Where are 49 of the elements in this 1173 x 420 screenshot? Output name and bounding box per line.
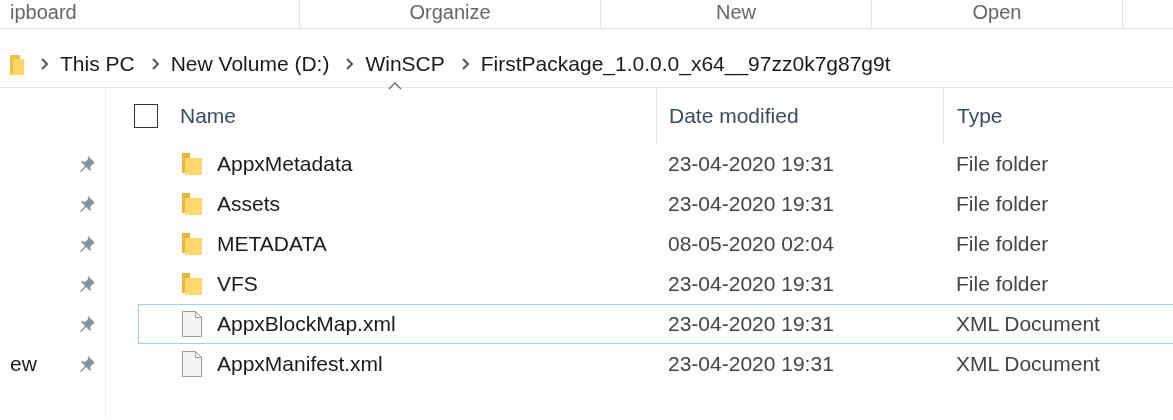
file-row[interactable]: AppxBlockMap.xml 23-04-2020 19:31 XML Document — [138, 304, 1173, 344]
file-row[interactable]: VFS 23-04-2020 19:31 File folder — [138, 264, 1173, 304]
date-cell-text: 23-04-2020 19:31 — [668, 312, 835, 336]
chevron-right-icon — [150, 57, 161, 71]
sidebar-item[interactable]: ew — [10, 352, 37, 376]
file-name: AppxMetadata — [217, 152, 354, 176]
ribbon-group-label: ipboard — [10, 0, 77, 24]
chevron-right-icon — [40, 57, 50, 71]
file-name: METADATA — [217, 232, 328, 256]
file-name: VFS — [217, 272, 259, 296]
breadcrumb-item[interactable]: This PC — [60, 52, 135, 76]
file-row[interactable]: AppxManifest.xml 23-04-2020 19:31 XML Document — [138, 344, 1173, 384]
column-header[interactable]: Name — [180, 88, 656, 144]
file-row[interactable]: Assets 23-04-2020 19:31 File folder — [138, 184, 1173, 224]
chevron-right-icon — [460, 57, 471, 71]
type-cell: File folder — [956, 192, 1049, 216]
file-name: AppxManifest.xml — [217, 352, 384, 376]
ribbon-group-label: Organize — [409, 0, 491, 24]
folder-icon — [182, 193, 202, 215]
select-all-checkbox[interactable] — [134, 104, 158, 128]
type-cell: XML Document — [956, 352, 1100, 376]
folder-icon — [182, 273, 202, 295]
column-header[interactable]: Type — [943, 88, 1173, 144]
document-icon — [182, 311, 202, 337]
type-cell: File folder — [956, 152, 1049, 176]
date-cell-text: 23-04-2020 19:31 — [668, 152, 835, 176]
file-row[interactable]: METADATA 08-05-2020 02:04 File folder — [138, 224, 1173, 264]
breadcrumb-item[interactable]: WinSCP — [365, 52, 445, 76]
folder-icon — [10, 53, 24, 75]
type-cell: File folder — [956, 232, 1049, 256]
file-name: AppxBlockMap.xml — [217, 312, 397, 336]
ribbon-group-label: New — [716, 0, 756, 24]
chevron-right-icon — [345, 57, 356, 71]
type-cell: File folder — [956, 272, 1049, 296]
document-icon — [182, 351, 202, 377]
type-cell: XML Document — [956, 312, 1100, 336]
folder-icon — [182, 233, 202, 255]
folder-icon — [182, 153, 202, 175]
date-cell-text: 23-04-2020 19:31 — [668, 272, 835, 296]
ribbon-group-label: Open — [972, 0, 1022, 24]
date-cell-text: 08-05-2020 02:04 — [668, 232, 835, 256]
date-cell-text: 23-04-2020 19:31 — [668, 192, 835, 216]
date-cell-text: 23-04-2020 19:31 — [668, 352, 835, 376]
breadcrumb-item[interactable]: FirstPackage_1.0.0.0_x64__97zz0k7g87g9t — [480, 52, 891, 76]
sort-caret-icon[interactable] — [388, 82, 402, 90]
file-row[interactable]: AppxMetadata 23-04-2020 19:31 File folder — [138, 144, 1173, 184]
file-name: Assets — [217, 192, 282, 216]
column-header[interactable]: Date modified — [656, 88, 943, 144]
breadcrumb-item[interactable]: New Volume (D:) — [170, 52, 330, 76]
